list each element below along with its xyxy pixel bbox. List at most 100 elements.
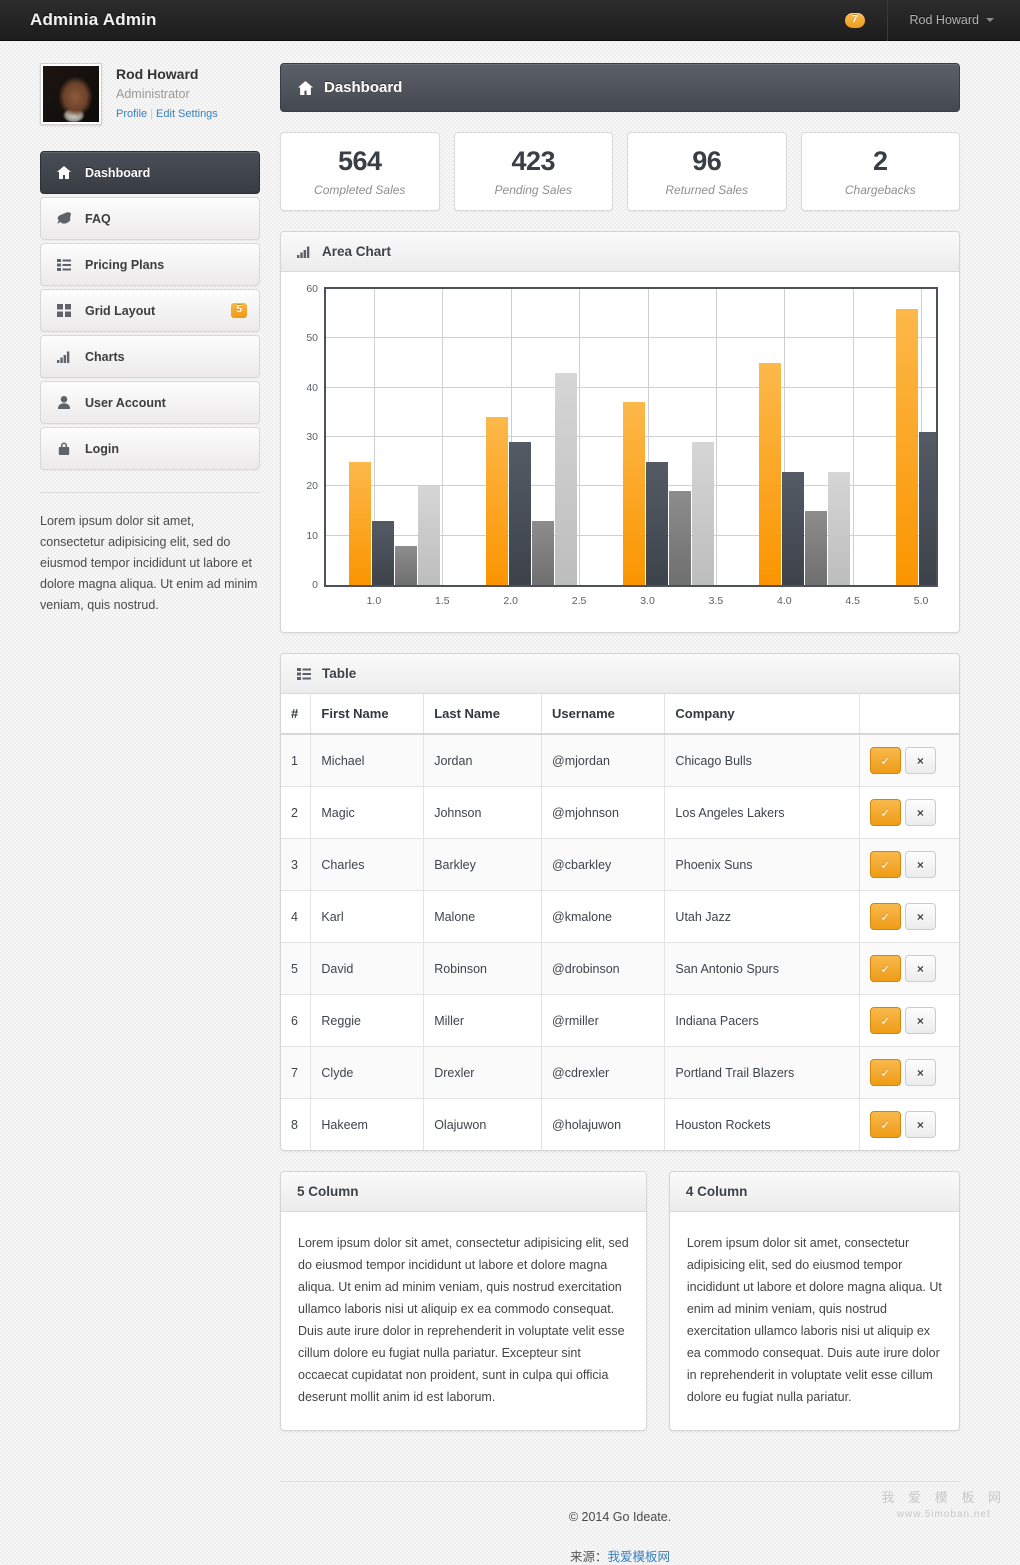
stat-label: Returned Sales xyxy=(665,183,748,197)
chart-bar xyxy=(782,472,804,585)
sidebar-item-label: Grid Layout xyxy=(85,304,231,318)
table-row: 6ReggieMiller@rmillerIndiana Pacers✓× xyxy=(281,995,959,1047)
cell-company: Utah Jazz xyxy=(665,891,859,943)
table-header-row: # First Name Last Name Username Company xyxy=(281,694,959,734)
brand-title[interactable]: Adminia Admin xyxy=(0,10,157,30)
cell-last-name: Miller xyxy=(424,995,542,1047)
reject-button[interactable]: × xyxy=(905,955,936,982)
column-header-username[interactable]: Username xyxy=(542,694,665,734)
sidebar-item-user-account[interactable]: User Account xyxy=(40,381,260,424)
profile-info: Rod Howard Administrator Profile|Edit Se… xyxy=(102,63,218,125)
x-axis-tick-label: 1.0 xyxy=(367,595,382,607)
reject-button[interactable]: × xyxy=(905,747,936,774)
table-panel-header: Table xyxy=(281,654,959,694)
reject-button[interactable]: × xyxy=(905,1111,936,1138)
chart-bar xyxy=(646,462,668,585)
cell-username: @cdrexler xyxy=(542,1047,665,1099)
y-axis-tick-label: 40 xyxy=(306,382,318,394)
profile-link[interactable]: Profile xyxy=(116,108,147,120)
chart-bar xyxy=(395,546,417,585)
approve-button[interactable]: ✓ xyxy=(870,1059,901,1086)
sidebar-item-label: Charts xyxy=(85,350,247,364)
chart-bar xyxy=(919,432,938,585)
chart-bar xyxy=(509,442,531,585)
footer: © 2014 Go Ideate. 来源：我爱模板网 xyxy=(280,1481,960,1565)
chart-bar xyxy=(692,442,714,585)
sidebar-item-grid-layout[interactable]: Grid Layout 5 xyxy=(40,289,260,332)
chart-bar xyxy=(828,472,850,585)
grid-line-horizontal xyxy=(326,337,936,338)
sidebar-item-dashboard[interactable]: Dashboard xyxy=(40,151,260,194)
column-panel-4: 4 Column Lorem ipsum dolor sit amet, con… xyxy=(669,1171,960,1431)
reject-button[interactable]: × xyxy=(905,851,936,878)
chart-panel-header: Area Chart xyxy=(281,232,959,272)
notifications-button[interactable]: 7 xyxy=(831,13,887,28)
cell-company: Phoenix Suns xyxy=(665,839,859,891)
sidebar-item-faq[interactable]: FAQ xyxy=(40,197,260,240)
approve-button[interactable]: ✓ xyxy=(870,1111,901,1138)
cell-index: 8 xyxy=(281,1099,311,1151)
notification-badge: 7 xyxy=(845,13,865,28)
approve-button[interactable]: ✓ xyxy=(870,955,901,982)
sidebar-item-label: Dashboard xyxy=(85,166,247,180)
x-axis-tick-label: 1.5 xyxy=(435,595,450,607)
column-header-first-name[interactable]: First Name xyxy=(311,694,424,734)
avatar xyxy=(40,63,102,125)
cell-first-name: Karl xyxy=(311,891,424,943)
reject-button[interactable]: × xyxy=(905,799,936,826)
stat-chargebacks: 2 Chargebacks xyxy=(801,132,961,211)
cell-actions: ✓× xyxy=(859,787,959,839)
approve-button[interactable]: ✓ xyxy=(870,1007,901,1034)
x-axis-tick-label: 4.5 xyxy=(845,595,860,607)
watermark-url: www.5imoban.net xyxy=(882,1509,1006,1522)
edit-settings-link[interactable]: Edit Settings xyxy=(156,108,218,120)
cell-last-name: Barkley xyxy=(424,839,542,891)
footer-copyright: © 2014 Go Ideate. xyxy=(280,1510,960,1524)
cell-company: Chicago Bulls xyxy=(665,734,859,787)
stat-label: Pending Sales xyxy=(495,183,572,197)
chart-bar xyxy=(372,521,394,585)
reject-button[interactable]: × xyxy=(905,1007,936,1034)
sidebar-item-pricing-plans[interactable]: Pricing Plans xyxy=(40,243,260,286)
sidebar-item-login[interactable]: Login xyxy=(40,427,260,470)
stat-returned-sales: 96 Returned Sales xyxy=(627,132,787,211)
sidebar-item-label: Pricing Plans xyxy=(85,258,247,272)
cell-actions: ✓× xyxy=(859,995,959,1047)
approve-button[interactable]: ✓ xyxy=(870,799,901,826)
y-axis-tick-label: 10 xyxy=(306,530,318,542)
footer-source-link[interactable]: 我爱模板网 xyxy=(608,1550,671,1564)
column-header-index[interactable]: # xyxy=(281,694,311,734)
cell-last-name: Malone xyxy=(424,891,542,943)
chart-bar xyxy=(759,363,781,585)
user-menu-label: Rod Howard xyxy=(910,13,979,27)
main-content: Dashboard 564 Completed Sales 423 Pendin… xyxy=(260,63,960,1565)
reject-button[interactable]: × xyxy=(905,1059,936,1086)
cell-company: Portland Trail Blazers xyxy=(665,1047,859,1099)
sidebar-item-badge: 5 xyxy=(231,303,247,318)
watermark-text: 我 爱 模 板 网 xyxy=(882,1490,1006,1506)
chart-bar xyxy=(418,486,440,585)
sidebar-blurb: Lorem ipsum dolor sit amet, consectetur … xyxy=(40,511,260,616)
cell-actions: ✓× xyxy=(859,734,959,787)
profile-links: Profile|Edit Settings xyxy=(116,108,218,120)
approve-button[interactable]: ✓ xyxy=(870,747,901,774)
profile-role: Administrator xyxy=(116,87,218,101)
area-chart: 0102030405060 1.01.52.02.53.03.54.04.55.… xyxy=(296,287,944,617)
data-table: # First Name Last Name Username Company … xyxy=(281,694,959,1150)
cell-first-name: Reggie xyxy=(311,995,424,1047)
approve-button[interactable]: ✓ xyxy=(870,851,901,878)
sidebar-item-charts[interactable]: Charts xyxy=(40,335,260,378)
user-menu[interactable]: Rod Howard xyxy=(887,0,1020,41)
chart-bar xyxy=(669,491,691,585)
page-wrapper: Rod Howard Administrator Profile|Edit Se… xyxy=(0,41,1020,1565)
y-axis-tick-label: 50 xyxy=(306,332,318,344)
sidebar-item-label: Login xyxy=(85,442,247,456)
sidebar: Rod Howard Administrator Profile|Edit Se… xyxy=(0,63,260,1565)
column-header-company[interactable]: Company xyxy=(665,694,859,734)
grid-icon xyxy=(55,304,73,317)
column-header-last-name[interactable]: Last Name xyxy=(424,694,542,734)
reject-button[interactable]: × xyxy=(905,903,936,930)
approve-button[interactable]: ✓ xyxy=(870,903,901,930)
column-panel-5-text: Lorem ipsum dolor sit amet, consectetur … xyxy=(298,1232,629,1408)
cell-index: 2 xyxy=(281,787,311,839)
